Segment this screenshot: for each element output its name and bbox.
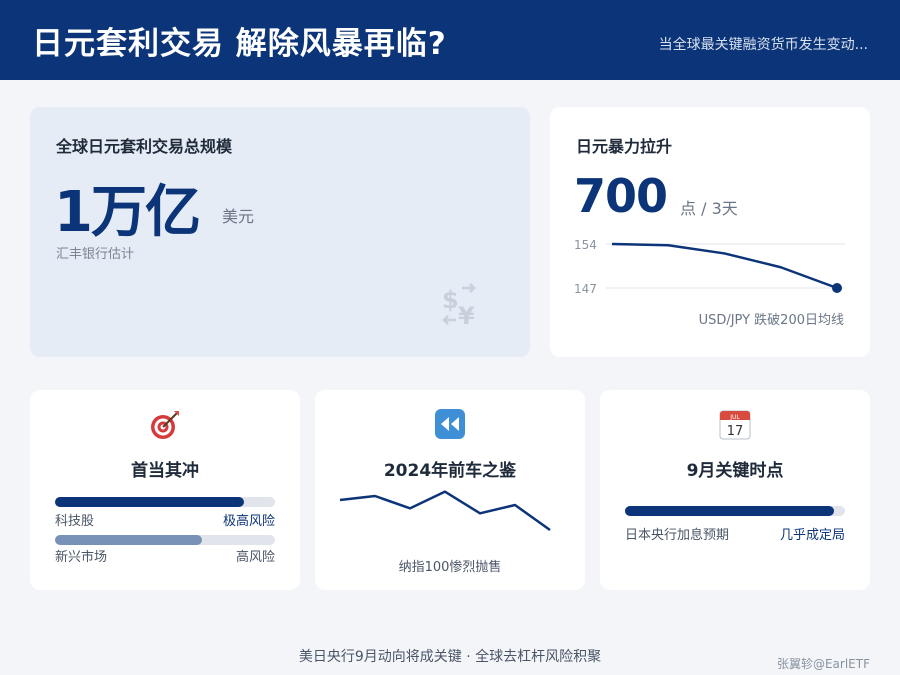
carry-trade-unit: 美元 xyxy=(222,207,255,226)
calendar-month-text: JUL xyxy=(729,414,740,421)
y-tick-label-top: 154 xyxy=(574,238,597,252)
boj-hike-bar xyxy=(625,506,845,516)
impact-title: 首当其冲 xyxy=(131,461,199,481)
september-card: JUL 17 9月关键时点 日本央行加息预期 几乎成定局 xyxy=(600,390,870,590)
carry-trade-title: 全球日元套利交易总规模 xyxy=(56,137,233,156)
rewind-icon xyxy=(435,409,465,439)
em-risk-bar-fill xyxy=(55,535,203,545)
footer-text: 美日央行9月动向将成关键 · 全球去杠杆风险积聚 xyxy=(298,649,602,665)
yen-surge-value: 700 xyxy=(574,169,668,223)
carry-trade-value: 1万亿 xyxy=(54,180,201,245)
yen-surge-unit: 点 / 3天 xyxy=(680,199,738,218)
y-tick-label-bottom: 147 xyxy=(574,282,597,296)
currency-exchange-icon: $ ¥ xyxy=(442,283,476,328)
em-risk-bar xyxy=(55,535,275,545)
nasdaq-sketch-chart xyxy=(339,490,551,532)
author-credit: 张翼轸@EarlETF xyxy=(776,657,870,671)
boj-hike-label: 日本央行加息预期 xyxy=(625,528,730,543)
impact-card: 首当其冲 科技股 极高风险 新兴市场 高风险 xyxy=(30,390,300,590)
carry-trade-source: 汇丰银行估计 xyxy=(56,247,135,262)
svg-text:$: $ xyxy=(442,286,459,314)
page-title: 日元套利交易 解除风暴再临? xyxy=(32,25,447,62)
svg-text:¥: ¥ xyxy=(458,302,475,328)
em-risk-level: 高风险 xyxy=(235,550,275,565)
tech-stock-label: 科技股 xyxy=(55,514,95,529)
tech-risk-bar-fill xyxy=(55,497,245,507)
tech-risk-level: 极高风险 xyxy=(222,514,275,529)
boj-hike-bar-fill xyxy=(625,506,834,516)
em-label: 新兴市场 xyxy=(55,550,108,565)
history-card: 2024年前车之鉴 纳指100惨烈抛售 xyxy=(315,390,585,590)
yen-surge-note: USD/JPY 跌破200日均线 xyxy=(698,313,844,328)
carry-trade-card: 全球日元套利交易总规模 1万亿 美元 汇丰银行估计 $ ¥ xyxy=(30,107,530,357)
usdjpy-end-point xyxy=(832,283,842,293)
calendar-day-text: 17 xyxy=(727,424,744,439)
usdjpy-line-chart: 154 147 xyxy=(574,238,845,296)
september-title: 9月关键时点 xyxy=(686,461,784,481)
yen-surge-card: 日元暴力拉升 700 点 / 3天 154 147 USD/JPY 跌破200日… xyxy=(550,107,870,357)
nasdaq-line xyxy=(339,490,551,532)
yen-surge-title: 日元暴力拉升 xyxy=(576,137,673,156)
target-icon xyxy=(151,411,179,439)
history-title: 2024年前车之鉴 xyxy=(383,461,517,481)
tech-risk-bar xyxy=(55,497,275,507)
calendar-icon: JUL 17 xyxy=(719,410,751,440)
boj-hike-level: 几乎成定局 xyxy=(779,528,845,543)
usdjpy-line xyxy=(611,242,838,290)
history-note: 纳指100惨烈抛售 xyxy=(398,560,502,575)
page-subtitle: 当全球最关键融资货币发生变动... xyxy=(658,37,868,53)
header-banner: 日元套利交易 解除风暴再临? 当全球最关键融资货币发生变动... xyxy=(0,0,900,80)
